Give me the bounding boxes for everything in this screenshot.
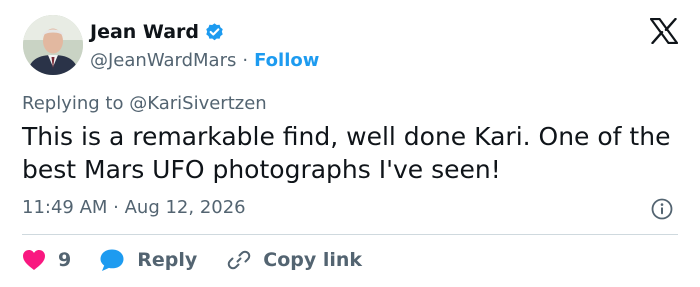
- author-name-row: Jean Ward: [90, 20, 225, 44]
- reply-bubble-icon: [100, 249, 124, 271]
- like-button[interactable]: 9: [22, 249, 71, 271]
- author-handle-row: @JeanWardMars · Follow: [90, 48, 319, 72]
- copy-link-button[interactable]: Copy link: [227, 248, 362, 272]
- follow-button[interactable]: Follow: [254, 50, 319, 71]
- reply-context: Replying to @KariSivertzen: [22, 93, 267, 114]
- heart-icon: [23, 250, 45, 270]
- info-icon[interactable]: [650, 197, 674, 221]
- tweet-text: This is a remarkable find, well done Kar…: [22, 122, 671, 184]
- action-bar: 9 Reply Copy link: [22, 246, 362, 274]
- x-logo-icon[interactable]: [649, 17, 679, 45]
- avatar[interactable]: [23, 15, 83, 75]
- tweet-timestamp[interactable]: 11:49 AM · Aug 12, 2026: [22, 197, 246, 218]
- reply-label: Reply: [137, 249, 198, 271]
- reply-mention-link[interactable]: @KariSivertzen: [129, 93, 266, 114]
- reply-context-prefix: Replying to: [22, 93, 124, 114]
- copy-link-label: Copy link: [263, 249, 363, 271]
- avatar-photo: [23, 15, 83, 75]
- verified-badge-icon: [204, 22, 225, 43]
- divider: [22, 234, 678, 235]
- reply-button[interactable]: Reply: [99, 248, 197, 272]
- handle-separator: ·: [242, 49, 249, 71]
- author-handle[interactable]: @JeanWardMars: [90, 50, 236, 71]
- author-display-name[interactable]: Jean Ward: [90, 21, 199, 43]
- link-icon: [227, 250, 251, 270]
- like-count: 9: [58, 249, 72, 271]
